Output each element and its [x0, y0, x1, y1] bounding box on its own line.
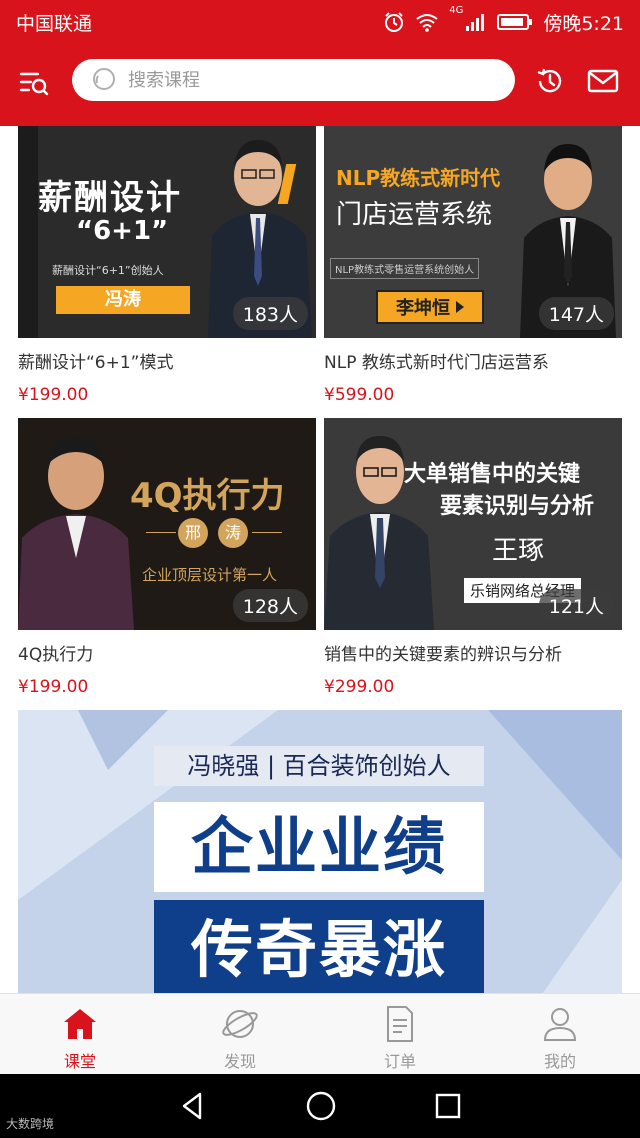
tab-label: 发现	[223, 1052, 256, 1071]
course-price: ¥299.00	[324, 677, 395, 697]
home-circle-icon[interactable]	[305, 1090, 337, 1122]
tab-label: 订单	[383, 1052, 416, 1071]
banner-tag: 冯晓强 | 百合装饰创始人	[154, 746, 484, 786]
watermark-text: 大数跨境	[6, 1117, 55, 1131]
poster-subtitle: “6+1”	[76, 216, 169, 246]
course-price: ¥599.00	[324, 385, 395, 405]
history-icon[interactable]	[535, 66, 565, 96]
course-title: NLP 教练式新时代门店运营系	[324, 353, 549, 373]
poster-subtitle: 门店运营系统	[336, 200, 493, 230]
poster-caption: 企业顶层设计第一人	[142, 566, 278, 584]
course-list: 薪酬设计 “6+1” 薪酬设计“6+1”创始人 冯涛 183人 薪酬设计“6+1…	[0, 126, 640, 993]
poster-title: 4Q执行力	[130, 476, 285, 516]
poster-divider-right	[252, 532, 282, 533]
enrollment-count: 128人	[232, 589, 308, 622]
battery-icon	[497, 14, 533, 30]
enrollment-count: 183人	[232, 297, 308, 330]
poster-title: 薪酬设计	[38, 178, 182, 218]
planet-icon	[222, 1010, 258, 1038]
promo-banner[interactable]: 冯晓强 | 百合装饰创始人 企业业绩 传奇暴涨	[18, 710, 622, 993]
search-input[interactable]	[128, 69, 488, 91]
course-poster: 4Q执行力 邢 涛 企业顶层设计第一人 128人	[18, 418, 316, 630]
poster-subtitle: 要素识别与分析	[440, 494, 595, 519]
poster-title: NLP教练式新时代	[336, 166, 501, 190]
course-poster: NLP教练式新时代 门店运营系统 NLP教练式零售运营系统创始人 李坤恒 147…	[324, 126, 622, 338]
tab-label: 课堂	[63, 1052, 96, 1071]
course-title: 销售中的关键要素的辨识与分析	[324, 645, 562, 665]
order-icon	[387, 1006, 413, 1042]
search-icon	[93, 68, 115, 90]
tab-label: 我的	[543, 1052, 576, 1071]
banner-headline: 企业业绩	[154, 802, 484, 892]
tab-profile[interactable]: 我的	[480, 994, 640, 1074]
menu-search-icon[interactable]	[18, 68, 50, 100]
poster-name-tag: 冯涛	[56, 286, 190, 314]
poster-divider-left	[146, 532, 176, 533]
poster-name-tag: 李坤恒	[376, 290, 484, 324]
poster-name-badge: 邢	[178, 518, 208, 548]
app-header	[0, 44, 640, 126]
poster-name-badge: 涛	[218, 518, 248, 548]
back-icon[interactable]	[178, 1091, 208, 1121]
course-title: 薪酬设计“6+1”模式	[18, 353, 174, 373]
enrollment-count: 147人	[538, 297, 614, 330]
tab-orders[interactable]: 订单	[320, 994, 480, 1074]
poster-title: 大单销售中的关键	[404, 462, 581, 487]
presenter-photo	[18, 438, 134, 630]
clock-label: 傍晚5:21	[543, 12, 624, 35]
course-card[interactable]: 大单销售中的关键 要素识别与分析 王琢 乐销网络总经理 121人 销售中的关键要…	[324, 418, 622, 697]
carrier-label: 中国联通	[16, 12, 93, 35]
course-title: 4Q执行力	[18, 645, 94, 665]
tab-discover[interactable]: 发现	[160, 994, 320, 1074]
course-price: ¥199.00	[18, 385, 89, 405]
poster-name: 李坤恒	[396, 298, 450, 319]
search-bar[interactable]	[72, 59, 515, 101]
course-price: ¥199.00	[18, 677, 89, 697]
status-bar: 中国联通 4G 傍晚5:21	[0, 0, 640, 44]
course-card[interactable]: NLP教练式新时代 门店运营系统 NLP教练式零售运营系统创始人 李坤恒 147…	[324, 126, 622, 405]
bottom-tab-bar: 课堂 发现 订单 我的	[0, 993, 640, 1074]
wifi-icon	[416, 14, 438, 32]
enrollment-count: 121人	[538, 589, 614, 622]
network-type: 4G	[449, 4, 464, 16]
play-arrow-icon	[456, 301, 464, 313]
system-nav-bar: 大数跨境	[0, 1074, 640, 1138]
course-poster: 薪酬设计 “6+1” 薪酬设计“6+1”创始人 冯涛 183人	[18, 126, 316, 338]
course-poster: 大单销售中的关键 要素识别与分析 王琢 乐销网络总经理 121人	[324, 418, 622, 630]
alarm-icon	[385, 12, 404, 32]
home-icon	[64, 1009, 96, 1039]
course-card[interactable]: 4Q执行力 邢 涛 企业顶层设计第一人 128人 4Q执行力 ¥199.00	[18, 418, 316, 697]
user-icon	[543, 1008, 577, 1041]
signal-icon	[466, 14, 485, 31]
recents-icon[interactable]	[434, 1092, 462, 1120]
tab-classroom[interactable]: 课堂	[0, 994, 160, 1074]
poster-name: 王琢	[492, 536, 545, 566]
mail-icon[interactable]	[587, 66, 619, 96]
banner-subheadline: 传奇暴涨	[154, 900, 484, 993]
poster-caption: 薪酬设计“6+1”创始人	[52, 264, 164, 277]
presenter-photo	[324, 436, 434, 630]
course-card[interactable]: 薪酬设计 “6+1” 薪酬设计“6+1”创始人 冯涛 183人 薪酬设计“6+1…	[18, 126, 316, 405]
poster-caption: NLP教练式零售运营系统创始人	[330, 258, 480, 279]
